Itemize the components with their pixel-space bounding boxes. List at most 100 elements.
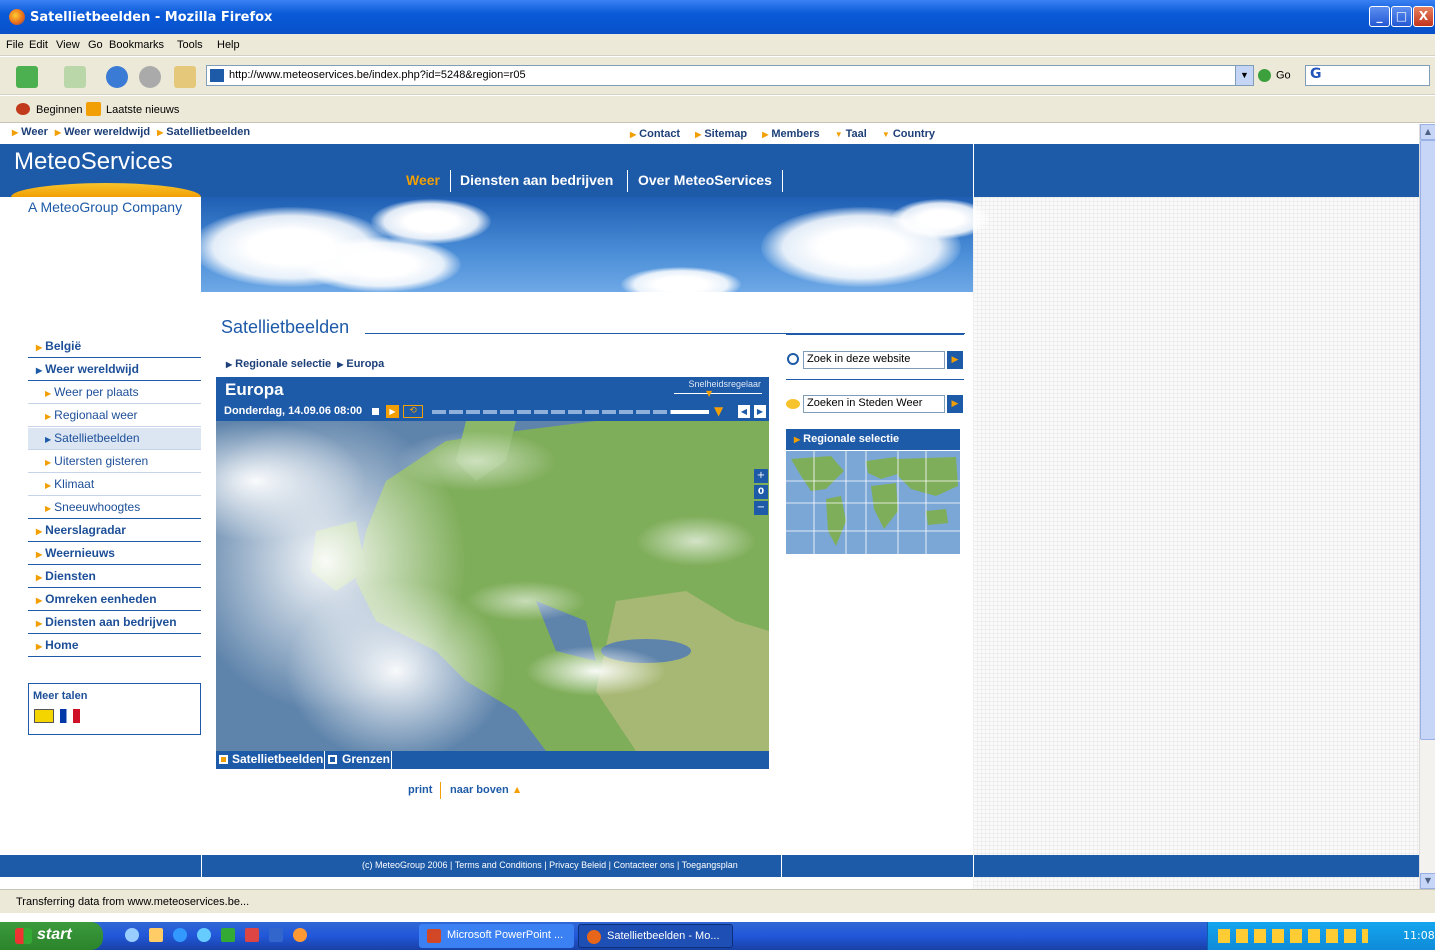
nav-klimaat[interactable]: ▶ Klimaat: [28, 474, 201, 496]
layer-satellite[interactable]: Satellietbeelden: [232, 752, 323, 766]
crumb-europa[interactable]: Europa: [346, 358, 384, 370]
link-country[interactable]: Country: [893, 128, 935, 140]
nav-omreken-eenheden[interactable]: ▶ Omreken eenheden: [28, 589, 201, 611]
flemish-flag-icon[interactable]: [34, 709, 54, 723]
menu-bookmarks[interactable]: Bookmarks: [109, 39, 164, 51]
quicklaunch-icon[interactable]: [197, 928, 211, 942]
speed-slider-handle[interactable]: ▼: [706, 389, 712, 398]
step-back-icon[interactable]: ◀: [738, 405, 750, 418]
nav-belgie[interactable]: ▶ België: [28, 336, 201, 358]
footer-links[interactable]: (c) MeteoGroup 2006 | Terms and Conditio…: [362, 860, 738, 870]
zoom-out-icon[interactable]: −: [754, 501, 768, 515]
logo[interactable]: MeteoServices: [14, 148, 173, 176]
footer-bar: (c) MeteoGroup 2006 | Terms and Conditio…: [0, 855, 1419, 877]
crumb-weer[interactable]: Weer: [21, 126, 48, 138]
task-firefox[interactable]: Satellietbeelden - Mo...: [578, 924, 733, 948]
breadcrumb: ▶ Weer ▶ Weer wereldwijd ▶ Satellietbeelden: [12, 126, 251, 138]
scroll-thumb[interactable]: [1420, 140, 1435, 740]
scroll-down-icon[interactable]: ▼: [1420, 873, 1435, 889]
topnav-over[interactable]: Over MeteoServices: [638, 172, 772, 188]
topnav-weer[interactable]: Weer: [406, 172, 440, 188]
system-tray: 11:08: [1207, 922, 1435, 950]
layer-checkbox-borders[interactable]: [328, 755, 337, 764]
google-search-field[interactable]: G: [1305, 65, 1430, 86]
stop-icon[interactable]: [139, 66, 161, 88]
back-icon[interactable]: [16, 66, 38, 88]
menu-view[interactable]: View: [56, 39, 80, 51]
play-button-icon[interactable]: ▶: [386, 405, 399, 418]
layer-checkbox-satellite[interactable]: [219, 755, 228, 764]
timeline-track[interactable]: [432, 410, 708, 414]
nav-satellietbeelden[interactable]: ▶ Satellietbeelden: [28, 428, 201, 450]
reload-icon[interactable]: [106, 66, 128, 88]
nav-regionaal-weer[interactable]: ▶ Regionaal weer: [28, 405, 201, 427]
nav-diensten-bedrijven[interactable]: ▶ Diensten aan bedrijven: [28, 612, 201, 634]
link-taal[interactable]: Taal: [846, 128, 867, 140]
speed-slider-track[interactable]: [674, 393, 762, 394]
quicklaunch-icon[interactable]: [125, 928, 139, 942]
site-search-button[interactable]: ▶: [947, 351, 963, 369]
link-contact[interactable]: Contact: [639, 128, 680, 140]
nav-diensten[interactable]: ▶ Diensten: [28, 566, 201, 588]
nav-uitersten-gisteren[interactable]: ▶ Uitersten gisteren: [28, 451, 201, 473]
nav-label: Weer wereldwijd: [45, 362, 139, 376]
url-field[interactable]: http://www.meteoservices.be/index.php?id…: [206, 65, 1254, 86]
loop-button-icon[interactable]: ⟲: [403, 405, 423, 418]
french-flag-icon[interactable]: [60, 709, 80, 723]
menu-tools[interactable]: Tools: [177, 39, 203, 51]
arrow-icon: ▶: [45, 458, 52, 467]
task-powerpoint[interactable]: Microsoft PowerPoint ...: [419, 924, 574, 948]
bookmark-beginnen[interactable]: Beginnen: [36, 104, 83, 116]
maximize-button[interactable]: □: [1391, 6, 1412, 27]
vertical-scrollbar[interactable]: ▲ ▼: [1419, 124, 1435, 889]
quicklaunch-icon[interactable]: [245, 928, 259, 942]
print-link[interactable]: print: [408, 784, 432, 796]
satellite-map[interactable]: + 0 −: [216, 421, 769, 751]
city-search-button[interactable]: ▶: [947, 395, 963, 413]
powerpoint-icon: [427, 929, 441, 943]
close-button[interactable]: X: [1413, 6, 1434, 27]
map-controls: Donderdag, 14.09.06 08:00 ▶ ⟲ ▼ ◀ ▶: [216, 403, 769, 421]
link-sitemap[interactable]: Sitemap: [704, 128, 747, 140]
nav-neerslagradar[interactable]: ▶ Neerslagradar: [28, 520, 201, 542]
topnav-diensten[interactable]: Diensten aan bedrijven: [460, 172, 613, 188]
tray-icons[interactable]: [1218, 929, 1368, 943]
nav-home[interactable]: ▶ Home: [28, 635, 201, 657]
crumb-weer-wereldwijd[interactable]: Weer wereldwijd: [64, 126, 150, 138]
timeline-handle[interactable]: ▼: [714, 404, 723, 418]
nav-weernieuws[interactable]: ▶ Weernieuws: [28, 543, 201, 565]
quicklaunch-icon[interactable]: [293, 928, 307, 942]
forward-icon[interactable]: [64, 66, 86, 88]
link-members[interactable]: Members: [771, 128, 819, 140]
menu-edit[interactable]: Edit: [29, 39, 48, 51]
nav-weer-per-plaats[interactable]: ▶ Weer per plaats: [28, 382, 201, 404]
back-to-top-link[interactable]: naar boven: [450, 784, 509, 796]
quicklaunch-icon[interactable]: [221, 928, 235, 942]
quicklaunch-icon[interactable]: [269, 928, 283, 942]
crumb-regionale-selectie[interactable]: Regionale selectie: [235, 358, 331, 370]
minimize-button[interactable]: _: [1369, 6, 1390, 27]
quicklaunch-icon[interactable]: [149, 928, 163, 942]
crumb-satellietbeelden[interactable]: Satellietbeelden: [166, 126, 250, 138]
nav-weer-wereldwijd[interactable]: ▶ Weer wereldwijd: [28, 359, 201, 381]
menu-help[interactable]: Help: [217, 39, 240, 51]
scroll-up-icon[interactable]: ▲: [1420, 124, 1435, 140]
step-forward-icon[interactable]: ▶: [754, 405, 766, 418]
layer-borders[interactable]: Grenzen: [342, 752, 390, 766]
menu-go[interactable]: Go: [88, 39, 103, 51]
site-search-input[interactable]: Zoek in deze website: [803, 351, 945, 369]
city-search-input[interactable]: Zoeken in Steden Weer: [803, 395, 945, 413]
home-icon[interactable]: [174, 66, 196, 88]
stop-button-icon[interactable]: [369, 405, 382, 418]
url-dropdown-icon[interactable]: ▼: [1235, 66, 1253, 85]
menu-file[interactable]: File: [6, 39, 24, 51]
header-band-right: [974, 144, 1419, 197]
go-button[interactable]: Go: [1258, 69, 1291, 82]
regional-selection-header[interactable]: ▶ Regionale selectie: [786, 429, 960, 450]
zoom-in-icon[interactable]: +: [754, 469, 768, 483]
bookmark-laatste-nieuws[interactable]: Laatste nieuws: [106, 104, 179, 116]
quicklaunch-icon[interactable]: [173, 928, 187, 942]
menu-bar: File Edit View Go Bookmarks Tools Help: [0, 34, 1435, 56]
world-map-selector[interactable]: [786, 451, 960, 554]
nav-sneeuwhoogtes[interactable]: ▶ Sneeuwhoogtes: [28, 497, 201, 519]
